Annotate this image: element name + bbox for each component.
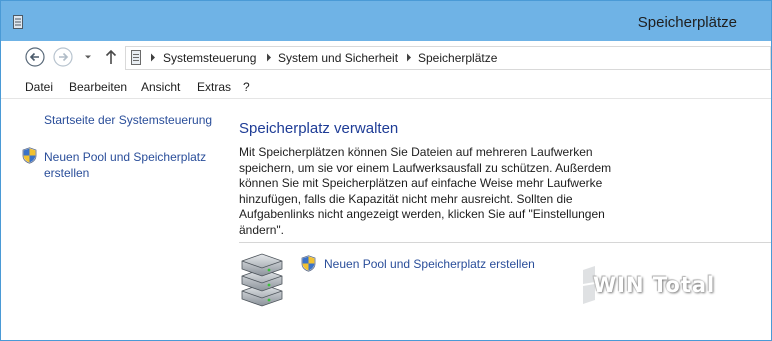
breadcrumb-speicherplaetze[interactable]: Speicherplätze (418, 51, 497, 65)
up-arrow-icon[interactable] (104, 49, 118, 65)
window-title: Speicherplätze (637, 14, 737, 31)
watermark-text: WIN Total (593, 273, 716, 297)
address-toolbar: Systemsteuerung System und Sicherheit Sp… (1, 41, 771, 75)
sidebar-link-home[interactable]: Startseite der Systemsteuerung (44, 112, 224, 128)
breadcrumb-systemsteuerung[interactable]: Systemsteuerung (163, 51, 256, 65)
description-text: Mit Speicherplätzen können Sie Dateien a… (239, 145, 612, 237)
storage-spaces-icon (13, 15, 23, 29)
task-link-create-pool[interactable]: Neuen Pool und Speicherplatz erstellen (324, 257, 535, 271)
chevron-down-icon[interactable] (83, 52, 93, 62)
forward-arrow-icon[interactable] (53, 47, 73, 67)
storage-spaces-icon (131, 50, 141, 65)
chevron-right-icon[interactable] (406, 53, 412, 62)
chevron-right-icon[interactable] (266, 53, 272, 62)
sidebar-link-create-pool[interactable]: Neuen Pool und Speicherplatz erstellen (44, 149, 224, 181)
menu-datei[interactable]: Datei (25, 80, 53, 94)
page-title: Speicherplatz verwalten (239, 120, 399, 137)
control-panel-window: Speicherplätze Systemsteuerung System un… (0, 0, 772, 341)
uac-shield-icon (22, 147, 37, 164)
uac-shield-icon (301, 255, 316, 272)
divider (239, 242, 771, 243)
chevron-right-icon[interactable] (150, 53, 156, 62)
menu-bearbeiten[interactable]: Bearbeiten (69, 80, 127, 94)
left-navigation-pane: Startseite der Systemsteuerung Neuen Poo… (1, 99, 231, 340)
menu-help[interactable]: ? (243, 80, 250, 94)
menu-extras[interactable]: Extras (197, 80, 231, 94)
back-arrow-icon[interactable] (25, 47, 45, 67)
menu-bar: Datei Bearbeiten Ansicht Extras ? (1, 75, 771, 99)
address-box[interactable]: Systemsteuerung System und Sicherheit Sp… (125, 46, 771, 70)
menu-ansicht[interactable]: Ansicht (141, 80, 180, 94)
title-bar[interactable]: Speicherplätze (1, 1, 771, 41)
drive-stack-icon (241, 253, 283, 307)
breadcrumb-system-und-sicherheit[interactable]: System und Sicherheit (278, 51, 398, 65)
